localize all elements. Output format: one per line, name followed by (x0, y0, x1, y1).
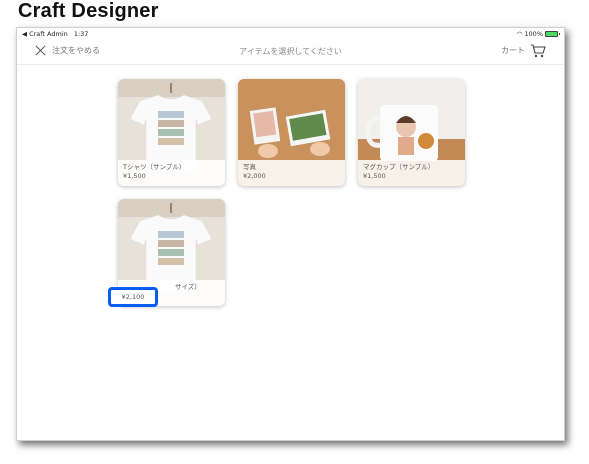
product-card-tshirt[interactable]: Tシャツ（サンプル） ¥1,500 (118, 79, 225, 186)
status-bar: ◀ Craft Admin 1:37 ◠ 100% (17, 28, 564, 39)
wifi-icon: ◠ (516, 30, 523, 38)
tablet-screen: ◀ Craft Admin 1:37 ◠ 100% 注文をやめる アイテムを選択… (16, 27, 565, 441)
status-left[interactable]: ◀ Craft Admin 1:37 (22, 30, 88, 38)
page: Craft Designer ◀ Craft Admin 1:37 ◠ 100%… (0, 0, 589, 464)
status-right: ◠ 100% (516, 30, 560, 38)
product-caption: マグカップ（サンプル） ¥1,500 (358, 160, 465, 186)
status-time: 1:37 (73, 30, 89, 38)
product-caption: Tシャツ（サンプル） ¥1,500 (118, 160, 225, 186)
product-price: ¥2,000 (243, 172, 266, 180)
highlighted-price: ¥2,100 (108, 287, 158, 307)
navigation-bar: 注文をやめる アイテムを選択してください カート (17, 39, 564, 65)
battery-percent: 100% (524, 30, 543, 38)
product-name: Tシャツ（サンプル） (123, 163, 186, 171)
product-name: マグカップ（サンプル） (363, 163, 435, 171)
product-card-photo[interactable]: 写真 ¥2,000 (238, 79, 345, 186)
product-price: ¥1,500 (123, 172, 146, 180)
cart-label: カート (501, 46, 525, 55)
product-name: 写真 (243, 163, 256, 171)
cart-button[interactable]: カート (501, 43, 546, 58)
nav-title: アイテムを選択してください (239, 47, 342, 56)
product-price: ¥2,100 (121, 293, 145, 301)
document-title: Craft Designer (18, 0, 159, 22)
battery-icon (545, 31, 560, 37)
back-app-link[interactable]: ◀ Craft Admin (22, 30, 68, 38)
product-price: ¥1,500 (363, 172, 386, 180)
cart-icon (530, 43, 546, 58)
product-caption: 写真 ¥2,000 (238, 160, 345, 186)
product-card-mug[interactable]: マグカップ（サンプル） ¥1,500 (358, 79, 465, 186)
